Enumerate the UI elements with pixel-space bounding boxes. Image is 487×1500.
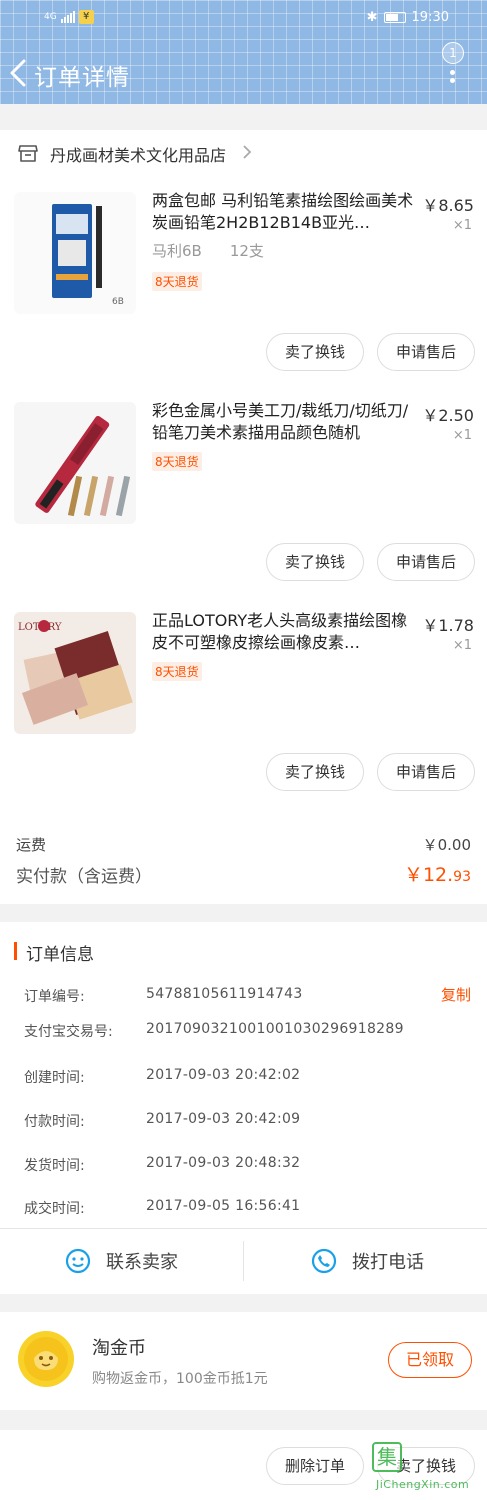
product-title[interactable]: 彩色金属小号美工刀/裁纸刀/切纸刀/铅笔刀美术素描用品颜色随机 [152,400,414,444]
product-sku: 马利6B 12支 [152,240,264,261]
nav-bar: 订单详情 1 [0,42,487,92]
sell-button[interactable]: 卖了换钱 [266,543,364,581]
page-title: 订单详情 [34,65,130,91]
product-quantity: ×1 [452,428,472,443]
product-price: ￥8.65 [422,196,474,215]
total-paid-main: ￥12. [403,864,454,886]
svg-text:6B: 6B [112,297,124,307]
info-value: 2017-09-03 20:42:09 [146,1111,301,1127]
battery-icon [383,12,406,23]
info-label: 付款时间: [24,1114,85,1130]
clock: 19:30 [411,10,449,25]
return-policy-tag: 8天退货 [152,272,202,291]
info-value: 2017-09-05 16:56:41 [146,1198,301,1214]
watermark: 集 JiChengXin.com [372,1440,485,1498]
info-label: 成交时间: [24,1201,85,1217]
sku-count: 12支 [229,242,264,260]
divider [243,1241,244,1281]
gold-coin-icon [18,1331,74,1387]
info-row-shipped: 发货时间: 2017-09-03 20:48:32 [24,1155,474,1177]
watermark-logo: 集 [372,1442,402,1472]
call-phone-button[interactable]: 拨打电话 [310,1247,424,1275]
order-card: 丹成画材美术文化用品店 6B 两盒包邮 马利铅笔素描绘图绘画美术炭画铅笔2H2B… [0,130,487,904]
product-quantity: ×1 [452,218,472,233]
info-label: 发货时间: [24,1158,85,1174]
sell-button[interactable]: 卖了换钱 [266,333,364,371]
product-title[interactable]: 两盒包邮 马利铅笔素描绘图绘画美术炭画铅笔2H2B12B14B亚光… [152,190,414,234]
notification-badge: 1 [442,42,464,64]
order-info-card: 订单信息 复制 订单编号: 54788105611914743 支付宝交易号: … [0,922,487,1294]
section-title: 订单信息 [26,945,94,965]
info-row-paid: 付款时间: 2017-09-03 20:42:09 [24,1111,474,1133]
more-button[interactable]: 1 [441,42,465,90]
info-row-completed: 成交时间: 2017-09-05 16:56:41 [24,1198,474,1220]
total-paid-value: ￥12.93 [404,860,471,887]
after-sale-button[interactable]: 申请售后 [377,543,475,581]
shipping-value: ￥0.00 [422,836,471,854]
info-value: 2017-09-03 20:48:32 [146,1155,301,1171]
return-policy-tag: 8天退货 [152,662,202,681]
order-item: 6B 两盒包邮 马利铅笔素描绘图绘画美术炭画铅笔2H2B12B14B亚光… ￥8… [0,186,487,396]
shop-row[interactable]: 丹成画材美术文化用品店 [0,130,487,176]
contact-bar: 联系卖家 拨打电话 [0,1228,487,1294]
coin-title: 淘金币 [92,1338,146,1359]
taojinbi-card: 淘金币 购物返金币，100金币抵1元 已领取 [0,1312,487,1410]
back-button[interactable] [6,56,32,90]
info-label: 创建时间: [24,1070,85,1086]
info-row-created: 创建时间: 2017-09-03 20:42:02 [24,1067,474,1089]
info-label: 支付宝交易号: [24,1024,113,1040]
return-policy-tag: 8天退货 [152,452,202,471]
chat-smile-icon [65,1248,91,1274]
chevron-right-icon [243,145,252,159]
shipping-label: 运费 [16,836,47,854]
sku-variant: 马利6B [152,242,202,260]
watermark-text: JiChengXin.com [376,1478,470,1491]
info-row-alipay-id: 支付宝交易号: 2017090321001001030296918289 [24,1021,474,1043]
product-title[interactable]: 正品LOTORY老人头高级素描绘图橡皮不可塑橡皮擦绘画橡皮素… [152,610,414,654]
after-sale-button[interactable]: 申请售后 [377,333,475,371]
shop-icon [18,145,38,162]
back-arrow-icon [10,59,26,87]
coin-subtitle: 购物返金币，100金币抵1元 [92,1371,268,1387]
coin-claimed-button[interactable]: 已领取 [388,1342,472,1378]
info-value: 2017-09-03 20:42:02 [146,1067,301,1083]
signal-icon [60,11,75,23]
order-item: 彩色金属小号美工刀/裁纸刀/切纸刀/铅笔刀美术素描用品颜色随机 ￥2.50 ×1… [0,396,487,606]
status-bar: 4G ¥ ✱ 19:30 [0,8,487,30]
phone-icon [311,1248,337,1274]
contact-seller-button[interactable]: 联系卖家 [64,1247,178,1275]
sell-button[interactable]: 卖了换钱 [266,753,364,791]
product-quantity: ×1 [452,638,472,653]
contact-seller-label: 联系卖家 [106,1252,178,1273]
call-phone-label: 拨打电话 [352,1252,424,1273]
app-header: 4G ¥ ✱ 19:30 订单详情 1 [0,0,487,104]
after-sale-button[interactable]: 申请售后 [377,753,475,791]
product-price: ￥2.50 [422,406,474,425]
product-image-eraser[interactable]: LOTORY [14,612,136,734]
bluetooth-icon: ✱ [366,10,378,25]
bottom-action-bar: 删除订单 卖了换钱 集 JiChengXin.com [0,1430,487,1500]
product-image-pencils[interactable]: 6B [14,192,136,314]
total-paid-cents: 93 [453,869,471,885]
product-image-cutter[interactable] [14,402,136,524]
info-row-order-id: 订单编号: 54788105611914743 [24,986,474,1008]
order-item: LOTORY 正品LOTORY老人头高级素描绘图橡皮不可塑橡皮擦绘画橡皮素… ￥… [0,606,487,816]
info-value: 2017090321001001030296918289 [146,1021,404,1037]
more-dots-icon [450,70,455,90]
info-label: 订单编号: [24,989,85,1005]
sim-icon: ¥ [78,10,94,24]
network-type: 4G [44,12,57,22]
section-accent-bar [14,942,17,960]
delete-order-button[interactable]: 删除订单 [266,1447,364,1485]
total-paid-label: 实付款（含运费） [16,867,152,887]
product-price: ￥1.78 [422,616,474,635]
info-value: 54788105611914743 [146,986,303,1002]
shop-name: 丹成画材美术文化用品店 [50,146,227,165]
